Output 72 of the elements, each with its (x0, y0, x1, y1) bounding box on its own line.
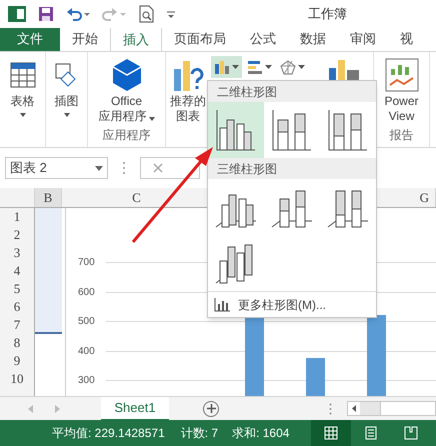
chart-bar (306, 358, 325, 396)
print-preview-icon (138, 5, 154, 23)
undo-icon (66, 6, 90, 22)
row-header[interactable]: 2 (0, 226, 34, 244)
save-icon (38, 6, 54, 22)
customize-caret-icon (166, 9, 176, 19)
axis-label: 500 (78, 315, 96, 330)
sheet-tab[interactable]: Sheet1 (101, 396, 169, 420)
ribbon-tab[interactable]: 页面布局 (162, 28, 238, 51)
group-label: 应用程序 (102, 127, 150, 144)
normal-view-icon (324, 426, 338, 440)
ribbon-tab[interactable]: 公式 (238, 28, 288, 51)
ribbon-tab[interactable]: 视 (388, 28, 425, 51)
caret-icon (298, 64, 305, 70)
status-text: 平均值: 229.1428571 (52, 425, 165, 442)
table-button[interactable]: 表格 (4, 56, 40, 117)
grip-icon (329, 402, 332, 414)
section-header: 二维柱形图 (208, 81, 376, 102)
ribbon-tab[interactable]: 开始 (60, 28, 110, 51)
status-text: 计数: 7 (180, 425, 218, 442)
redo-icon (102, 6, 126, 22)
scroll-left-icon[interactable] (348, 402, 360, 415)
axis-label: 400 (78, 344, 96, 359)
radar-chart-icon (280, 60, 296, 74)
column-chart-icon (214, 60, 230, 74)
row-header[interactable]: 9 (0, 352, 34, 370)
cancel-button[interactable] (140, 157, 200, 179)
table-icon (8, 60, 38, 90)
section-header: 三维柱形图 (208, 158, 376, 179)
column-chart-button[interactable] (211, 56, 242, 78)
caret-icon (232, 64, 239, 70)
scroll-right-icon (55, 404, 61, 412)
bar-chart-icon (247, 60, 263, 74)
normal-view-button[interactable] (311, 420, 352, 446)
page-break-view-icon (404, 426, 418, 440)
axis-label: 600 (78, 286, 96, 300)
column-header[interactable]: B (35, 188, 62, 207)
column-chart-icon (214, 298, 230, 312)
group-label: 报告 (390, 127, 414, 144)
caret-icon (265, 64, 272, 70)
row-header[interactable]: 8 (0, 334, 34, 352)
more-column-charts-item[interactable]: 更多柱形图(M)... (208, 291, 376, 317)
close-icon (153, 163, 163, 173)
grip-icon (122, 161, 126, 175)
row-header[interactable]: 3 (0, 244, 34, 262)
office-apps-button[interactable]: Office 应用程序 (96, 56, 158, 124)
add-sheet-button[interactable] (203, 400, 219, 416)
row-header[interactable]: 5 (0, 280, 34, 298)
axis-label: 300 (78, 374, 96, 388)
row-header[interactable]: 4 (0, 262, 34, 280)
excel-logo-icon (8, 5, 26, 23)
power-view-icon (384, 57, 420, 93)
row-header[interactable]: 7 (0, 316, 34, 334)
ribbon-tab[interactable]: 插入 (110, 28, 162, 51)
scroll-left-icon (27, 404, 33, 412)
recommended-charts-button[interactable]: 推荐的 图表 (167, 56, 209, 124)
status-text: 求和: 1604 (232, 425, 290, 442)
page-layout-view-icon (364, 426, 378, 440)
row-header[interactable]: 1 (0, 208, 34, 226)
row-header[interactable]: 10 (0, 370, 34, 388)
horizontal-scrollbar[interactable] (347, 401, 436, 416)
name-box[interactable]: 图表 2 (5, 157, 108, 179)
ribbon-tab[interactable]: 文件 (0, 28, 60, 51)
illustrations-button[interactable]: 插图 (48, 56, 84, 117)
ribbon-tab[interactable]: 数据 (288, 28, 338, 51)
plus-icon (206, 404, 216, 413)
row-header[interactable]: 6 (0, 298, 34, 316)
chart-type-option[interactable] (208, 102, 264, 158)
ribbon-tab[interactable]: 审阅 (338, 28, 388, 51)
axis-label: 700 (78, 256, 96, 270)
power-view-button[interactable]: Power View (380, 56, 422, 124)
window-title: 工作簿 (308, 5, 347, 24)
